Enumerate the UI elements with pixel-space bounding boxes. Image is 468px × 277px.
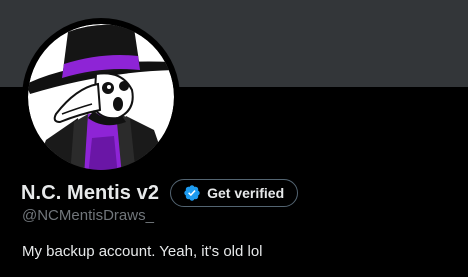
avatar-illustration — [23, 19, 179, 175]
get-verified-button[interactable]: Get verified — [170, 179, 299, 207]
profile-handle: @NCMentisDraws_ — [22, 207, 154, 224]
verified-badge-icon — [184, 185, 200, 201]
name-row: N.C. Mentis v2 Get verified — [21, 177, 299, 209]
get-verified-label: Get verified — [207, 185, 285, 201]
profile-bio: My backup account. Yeah, it's old lol — [22, 243, 263, 260]
profile-avatar[interactable] — [22, 18, 180, 176]
display-name: N.C. Mentis v2 — [21, 181, 160, 204]
